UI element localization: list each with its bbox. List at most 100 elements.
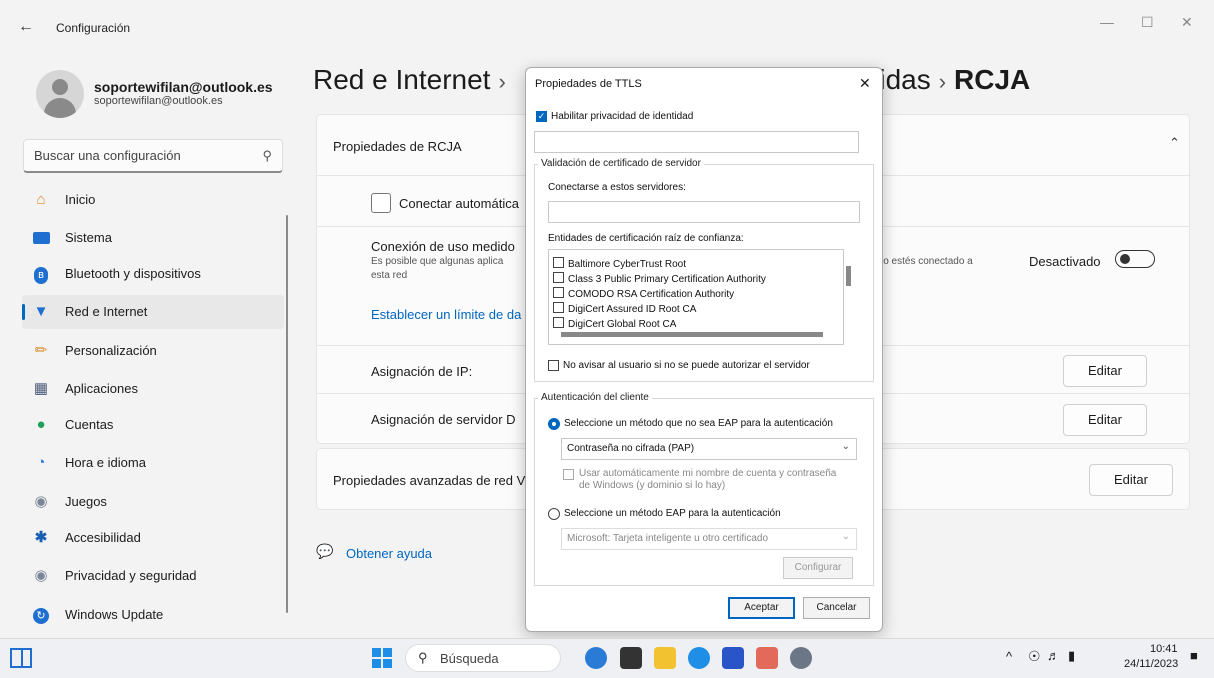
non-eap-select[interactable]: Contraseña no cifrada (PAP) ⌄: [561, 438, 857, 460]
sidebar-item-bluetooth[interactable]: ʙ Bluetooth y dispositivos: [22, 257, 284, 291]
anonymous-identity-field[interactable]: [534, 131, 859, 153]
settings-search-box[interactable]: ⚲: [23, 139, 283, 173]
file-explorer-icon[interactable]: [654, 647, 676, 669]
eap-radio[interactable]: [548, 508, 560, 520]
no-warn-checkbox[interactable]: [548, 360, 559, 371]
taskbar-search-label: Búsqueda: [440, 651, 499, 666]
sidebar-item-hora-idioma[interactable]: ◔ Hora e idioma: [22, 446, 284, 480]
widgets-icon[interactable]: [10, 648, 32, 668]
ip-assignment-label: Asignación de IP:: [371, 364, 473, 379]
user-email: soportewifilan@outlook.es: [94, 95, 223, 107]
avatar[interactable]: [36, 70, 84, 118]
bing-icon[interactable]: [585, 647, 607, 669]
edit-advanced-button[interactable]: Editar: [1089, 464, 1173, 496]
sidebar-item-label: Windows Update: [65, 607, 164, 622]
advanced-properties-label: Propiedades avanzadas de red V: [333, 473, 526, 488]
search-icon[interactable]: ⚲: [262, 148, 272, 164]
sidebar-item-label: Privacidad y seguridad: [65, 568, 197, 583]
metered-description-2: esta red: [371, 270, 408, 281]
breadcrumb-separator: ›: [498, 69, 506, 94]
clock-time[interactable]: 10:41: [1150, 643, 1178, 655]
auto-credentials-label-2: de Windows (y dominio si lo hay): [579, 480, 726, 491]
vertical-scrollbar[interactable]: [846, 266, 851, 286]
breadcrumb-separator: ›: [938, 69, 947, 94]
sidebar-item-cuentas[interactable]: ● Cuentas: [22, 408, 284, 442]
maximize-button[interactable]: ☐: [1141, 14, 1154, 31]
wifi-icon: ▼: [33, 303, 49, 320]
sidebar-item-juegos[interactable]: ◉ Juegos: [22, 485, 284, 519]
sidebar-item-sistema[interactable]: Sistema: [22, 221, 284, 255]
auto-credentials-checkbox[interactable]: [563, 469, 574, 480]
cert-list[interactable]: Baltimore CyberTrust Root Class 3 Public…: [548, 249, 844, 345]
metered-toggle[interactable]: [1115, 250, 1155, 268]
sidebar-item-inicio[interactable]: ⌂ Inicio: [22, 183, 284, 217]
identity-privacy-checkbox[interactable]: ✓: [536, 111, 547, 122]
network-icon[interactable]: ☉: [1028, 648, 1041, 665]
metered-connection-title: Conexión de uso medido: [371, 239, 515, 254]
settings-gear-icon[interactable]: [790, 647, 812, 669]
edge-icon[interactable]: [688, 647, 710, 669]
edit-dns-button[interactable]: Editar: [1063, 404, 1147, 436]
clock-date[interactable]: 24/11/2023: [1124, 658, 1178, 670]
cert-validation-legend: Validación de certificado de servidor: [538, 158, 704, 169]
title-bar: ← Configuración — ☐ ✕: [0, 0, 1214, 62]
battery-icon[interactable]: ▮: [1068, 648, 1075, 664]
servers-input[interactable]: [548, 201, 860, 223]
no-warn-label: No avisar al usuario si no se puede auto…: [563, 360, 810, 371]
sidebar-item-label: Cuentas: [65, 417, 114, 432]
update-icon: ↻: [32, 606, 50, 624]
notification-icon[interactable]: ■: [1190, 648, 1198, 663]
dialog-close-button[interactable]: ✕: [859, 75, 871, 92]
metered-description: Es posible que algunas aplica: [371, 256, 504, 267]
data-limit-link[interactable]: Establecer un límite de da: [371, 307, 521, 322]
cancel-button[interactable]: Cancelar: [803, 597, 870, 619]
sidebar-item-label: Personalización: [65, 343, 157, 358]
help-icon: 💬: [316, 543, 334, 559]
sidebar-item-label: Bluetooth y dispositivos: [65, 266, 201, 281]
client-auth-legend: Autenticación del cliente: [538, 392, 652, 403]
chevron-up-icon[interactable]: ⌃: [1169, 135, 1180, 151]
edit-ip-button[interactable]: Editar: [1063, 355, 1147, 387]
accessibility-icon: ✱: [34, 529, 48, 546]
sidebar-item-personalizacion[interactable]: ✏ Personalización: [22, 334, 284, 368]
breadcrumb-part-red[interactable]: Red e Internet: [313, 64, 490, 95]
start-button[interactable]: [372, 648, 392, 668]
sidebar-item-windows-update[interactable]: ↻ Windows Update: [22, 598, 284, 632]
sidebar-item-privacidad[interactable]: ◉ Privacidad y seguridad: [22, 559, 284, 593]
store-icon[interactable]: [722, 647, 744, 669]
connect-servers-label: Conectarse a estos servidores:: [548, 182, 686, 193]
trusted-roots-label: Entidades de certificación raíz de confi…: [548, 233, 744, 244]
task-view-icon[interactable]: [620, 647, 642, 669]
bluetooth-icon: ʙ: [32, 265, 50, 284]
home-icon: ⌂: [36, 191, 46, 208]
system-icon: [32, 229, 50, 247]
eap-label: Seleccione un método EAP para la autenti…: [564, 508, 781, 519]
sidebar-item-label: Inicio: [65, 192, 96, 207]
configure-button[interactable]: Configurar: [783, 557, 853, 579]
sidebar-item-accesibilidad[interactable]: ✱ Accesibilidad: [22, 521, 284, 555]
non-eap-radio[interactable]: [548, 418, 560, 430]
horizontal-scrollbar[interactable]: [549, 330, 843, 340]
sidebar-item-aplicaciones[interactable]: ▦ Aplicaciones: [22, 372, 284, 406]
sidebar-item-red-internet[interactable]: ▼ Red e Internet: [22, 295, 284, 329]
auto-credentials-label-1: Usar automáticamente mi nombre de cuenta…: [579, 468, 837, 479]
avatar-body-icon: [44, 98, 76, 118]
eap-selected-value: Microsoft: Tarjeta inteligente u otro ce…: [567, 533, 769, 544]
minimize-button[interactable]: —: [1100, 14, 1114, 30]
tray-chevron-icon[interactable]: ^: [1006, 649, 1012, 664]
ok-button[interactable]: Aceptar: [728, 597, 795, 619]
globe-clock-icon: ◔: [36, 454, 46, 471]
volume-icon[interactable]: ♬: [1047, 648, 1060, 663]
auto-connect-checkbox[interactable]: [371, 193, 391, 213]
sidebar-scrollbar[interactable]: [286, 215, 288, 613]
sidebar-item-label: Sistema: [65, 230, 112, 245]
snipping-tool-icon[interactable]: [756, 647, 778, 669]
close-window-button[interactable]: ✕: [1181, 14, 1193, 31]
eap-select[interactable]: Microsoft: Tarjeta inteligente u otro ce…: [561, 528, 857, 550]
taskbar-search[interactable]: ⚲ Búsqueda: [405, 644, 561, 672]
get-help-link[interactable]: Obtener ayuda: [346, 546, 432, 561]
search-input[interactable]: [32, 147, 246, 164]
page-title: RCJA: [954, 64, 1031, 95]
back-arrow-icon[interactable]: ←: [18, 18, 34, 36]
auto-connect-label: Conectar automática: [399, 196, 519, 211]
